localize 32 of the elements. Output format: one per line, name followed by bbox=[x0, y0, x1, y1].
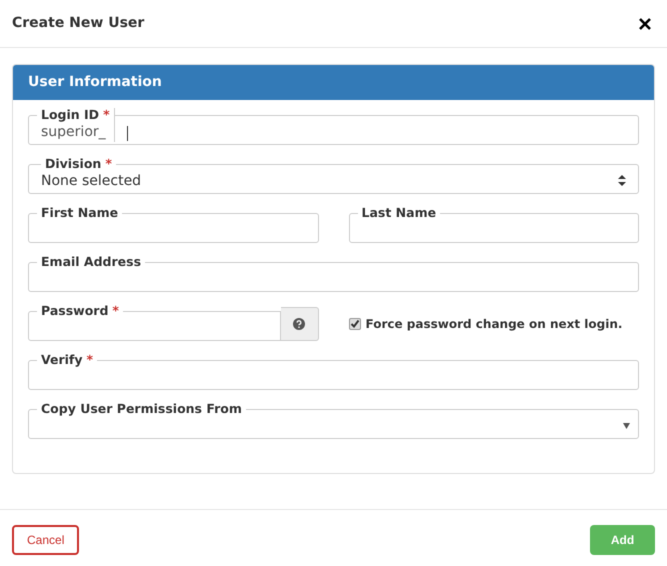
password-field[interactable]: Password * bbox=[28, 304, 280, 341]
select-value: None selected bbox=[41, 172, 142, 190]
input-field[interactable]: Last Name bbox=[348, 206, 639, 243]
cancel-button[interactable]: Cancel bbox=[12, 525, 80, 555]
select-field[interactable]: Copy User Permissions From bbox=[28, 402, 639, 439]
field-label: Division bbox=[45, 156, 102, 171]
field-label: First Name bbox=[41, 205, 118, 220]
select-field[interactable]: Division * None selected bbox=[28, 157, 639, 194]
required-mark: * bbox=[105, 156, 112, 171]
close-button[interactable] bbox=[637, 16, 653, 32]
input-field[interactable]: Verify * bbox=[28, 353, 639, 390]
field-label: Password bbox=[41, 303, 108, 318]
checkbox-label: Force password change on next login. bbox=[366, 316, 622, 333]
input-field[interactable]: Login ID * superior_ bbox=[28, 108, 639, 145]
help-button[interactable] bbox=[280, 307, 318, 341]
close-icon bbox=[639, 18, 651, 30]
required-mark: * bbox=[103, 107, 110, 122]
sort-icon bbox=[618, 175, 626, 186]
required-mark: * bbox=[112, 303, 119, 318]
panel-title: User Information bbox=[28, 73, 162, 92]
field-label: Email Address bbox=[41, 254, 142, 269]
checkbox[interactable] bbox=[348, 318, 360, 330]
input-field[interactable]: Email Address bbox=[28, 255, 639, 292]
field-label: Last Name bbox=[362, 205, 436, 220]
help-icon bbox=[293, 318, 305, 330]
required-mark: * bbox=[86, 352, 94, 367]
dialog-title: Create New User bbox=[12, 14, 144, 33]
field-label: Copy User Permissions From bbox=[41, 401, 242, 416]
field-label: Login ID bbox=[41, 107, 100, 122]
field-label: Verify bbox=[41, 352, 83, 367]
input-field[interactable]: First Name bbox=[28, 206, 318, 243]
caret-icon bbox=[623, 423, 630, 429]
